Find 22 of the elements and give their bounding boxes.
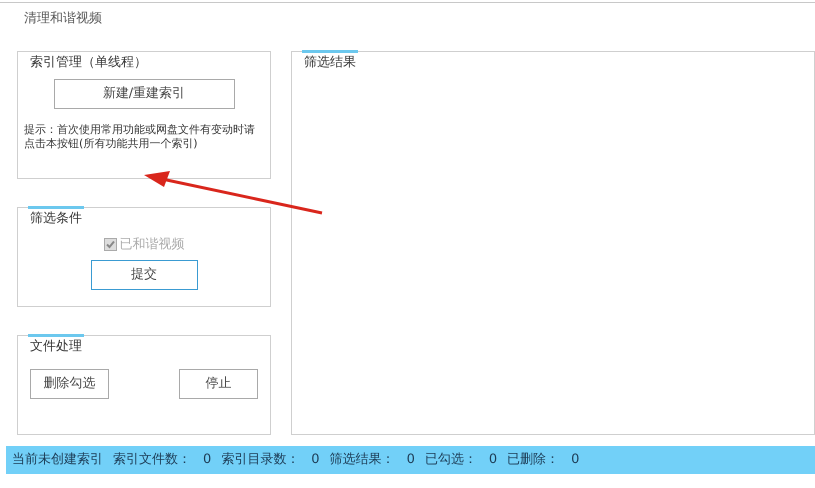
status-value: 0: [311, 451, 320, 470]
group-title: 文件处理: [28, 334, 84, 356]
group-title: 筛选条件: [28, 206, 84, 228]
group-title: 索引管理（单线程）: [29, 54, 148, 72]
status-value: 0: [203, 451, 212, 470]
status-value: 0: [488, 451, 498, 470]
window-title: 清理和谐视频: [24, 10, 102, 28]
rebuild-index-button[interactable]: 新建/重建索引: [54, 78, 234, 108]
status-value: 0: [406, 451, 415, 470]
status-label: 已删除：: [507, 451, 560, 470]
status-value: 0: [571, 451, 580, 470]
status-label: 筛选结果：: [330, 451, 395, 470]
hint-text: 提示：首次使用常用功能或网盘文件有变动时请点击本按钮(所有功能共用一个索引): [23, 122, 256, 150]
submit-button[interactable]: 提交: [90, 260, 198, 290]
checkbox-label: 已和谐视频: [120, 236, 184, 254]
delete-checked-button[interactable]: 删除勾选: [30, 368, 109, 398]
stop-button[interactable]: 停止: [179, 368, 258, 398]
status-label: 已勾选：: [424, 451, 477, 470]
status-message: 当前未创建索引: [12, 451, 103, 470]
group-title: 筛选结果: [302, 50, 358, 72]
status-label: 索引文件数：: [113, 451, 191, 470]
status-label: 索引目录数：: [221, 451, 300, 470]
